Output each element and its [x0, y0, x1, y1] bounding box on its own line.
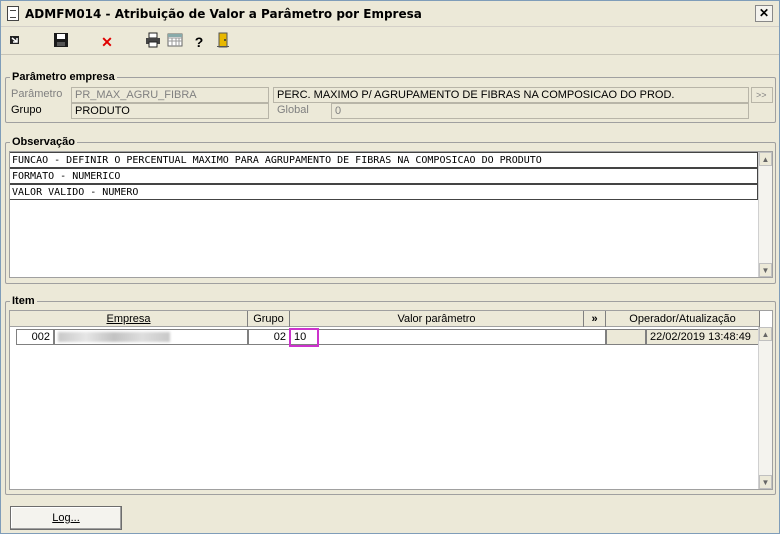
- row-empresa-name: [54, 329, 248, 345]
- grid-header: Empresa Grupo Valor parâmetro » Operador…: [10, 311, 760, 327]
- grupo-field[interactable]: PRODUTO: [71, 103, 269, 119]
- item-legend: Item: [10, 295, 37, 307]
- item-grid: Empresa Grupo Valor parâmetro » Operador…: [9, 310, 773, 490]
- row-atualizacao: 22/02/2019 13:48:49: [646, 329, 760, 345]
- row-valor-parametro[interactable]: 10: [290, 329, 606, 345]
- parametro-description-field[interactable]: PERC. MAXIMO P/ AGRUPAMENTO DE FIBRAS NA…: [273, 87, 749, 103]
- log-button-label: Log...: [52, 512, 80, 524]
- column-expand-button[interactable]: »: [584, 311, 606, 327]
- item-scrollbar[interactable]: ▲ ▼: [758, 327, 772, 489]
- print-icon[interactable]: [143, 32, 163, 52]
- column-grupo[interactable]: Grupo: [248, 311, 290, 327]
- observacao-scrollbar[interactable]: ▲ ▼: [758, 152, 772, 277]
- lookup-button[interactable]: >>: [751, 87, 773, 103]
- global-field[interactable]: 0: [331, 103, 749, 119]
- redacted-empresa: [58, 332, 170, 342]
- scroll-up-icon[interactable]: ▲: [759, 327, 772, 341]
- scroll-up-icon[interactable]: ▲: [759, 152, 772, 166]
- row-grupo: 02: [248, 329, 290, 345]
- door-icon[interactable]: [213, 32, 233, 52]
- observacao-line: VALOR VALIDO - NUMERO: [10, 184, 758, 200]
- observacao-legend: Observação: [10, 136, 77, 148]
- delete-icon[interactable]: ✕: [97, 32, 117, 52]
- observacao-line: FUNCAO - DEFINIR O PERCENTUAL MAXIMO PAR…: [10, 152, 758, 168]
- column-operador-atualizacao[interactable]: Operador/Atualização: [606, 311, 760, 327]
- toolbar: ✕ ?: [1, 29, 779, 55]
- document-icon: [7, 6, 19, 21]
- title-bar: ADMFM014 - Atribuição de Valor a Parâmet…: [1, 1, 779, 27]
- grupo-label: Grupo: [11, 104, 42, 116]
- log-button[interactable]: Log...: [10, 506, 122, 530]
- exit-icon[interactable]: [5, 32, 25, 52]
- scroll-down-icon[interactable]: ▼: [759, 475, 772, 489]
- column-empresa-label: Empresa: [106, 313, 151, 325]
- observacao-text-area[interactable]: FUNCAO - DEFINIR O PERCENTUAL MAXIMO PAR…: [9, 151, 773, 278]
- row-operador: [606, 329, 646, 345]
- highlight-box: [289, 328, 319, 347]
- scroll-down-icon[interactable]: ▼: [759, 263, 772, 277]
- observacao-line: FORMATO - NUMERICO: [10, 168, 758, 184]
- row-code: 002: [16, 329, 54, 345]
- parametro-empresa-legend: Parâmetro empresa: [10, 71, 117, 83]
- parametro-label: Parâmetro: [11, 88, 63, 100]
- main-window: ADMFM014 - Atribuição de Valor a Parâmet…: [0, 0, 780, 534]
- help-icon[interactable]: ?: [189, 32, 209, 52]
- save-icon[interactable]: [51, 32, 71, 52]
- close-button[interactable]: ✕: [755, 5, 773, 22]
- calendar-icon[interactable]: [165, 32, 185, 52]
- column-empresa[interactable]: Empresa: [10, 311, 248, 327]
- global-label: Global: [277, 104, 309, 116]
- table-row[interactable]: 002 02 10 22/02/2019 13:48:49: [16, 328, 760, 347]
- parametro-field[interactable]: PR_MAX_AGRU_FIBRA: [71, 87, 269, 103]
- column-valor-parametro[interactable]: Valor parâmetro: [290, 311, 584, 327]
- window-title: ADMFM014 - Atribuição de Valor a Parâmet…: [25, 7, 422, 21]
